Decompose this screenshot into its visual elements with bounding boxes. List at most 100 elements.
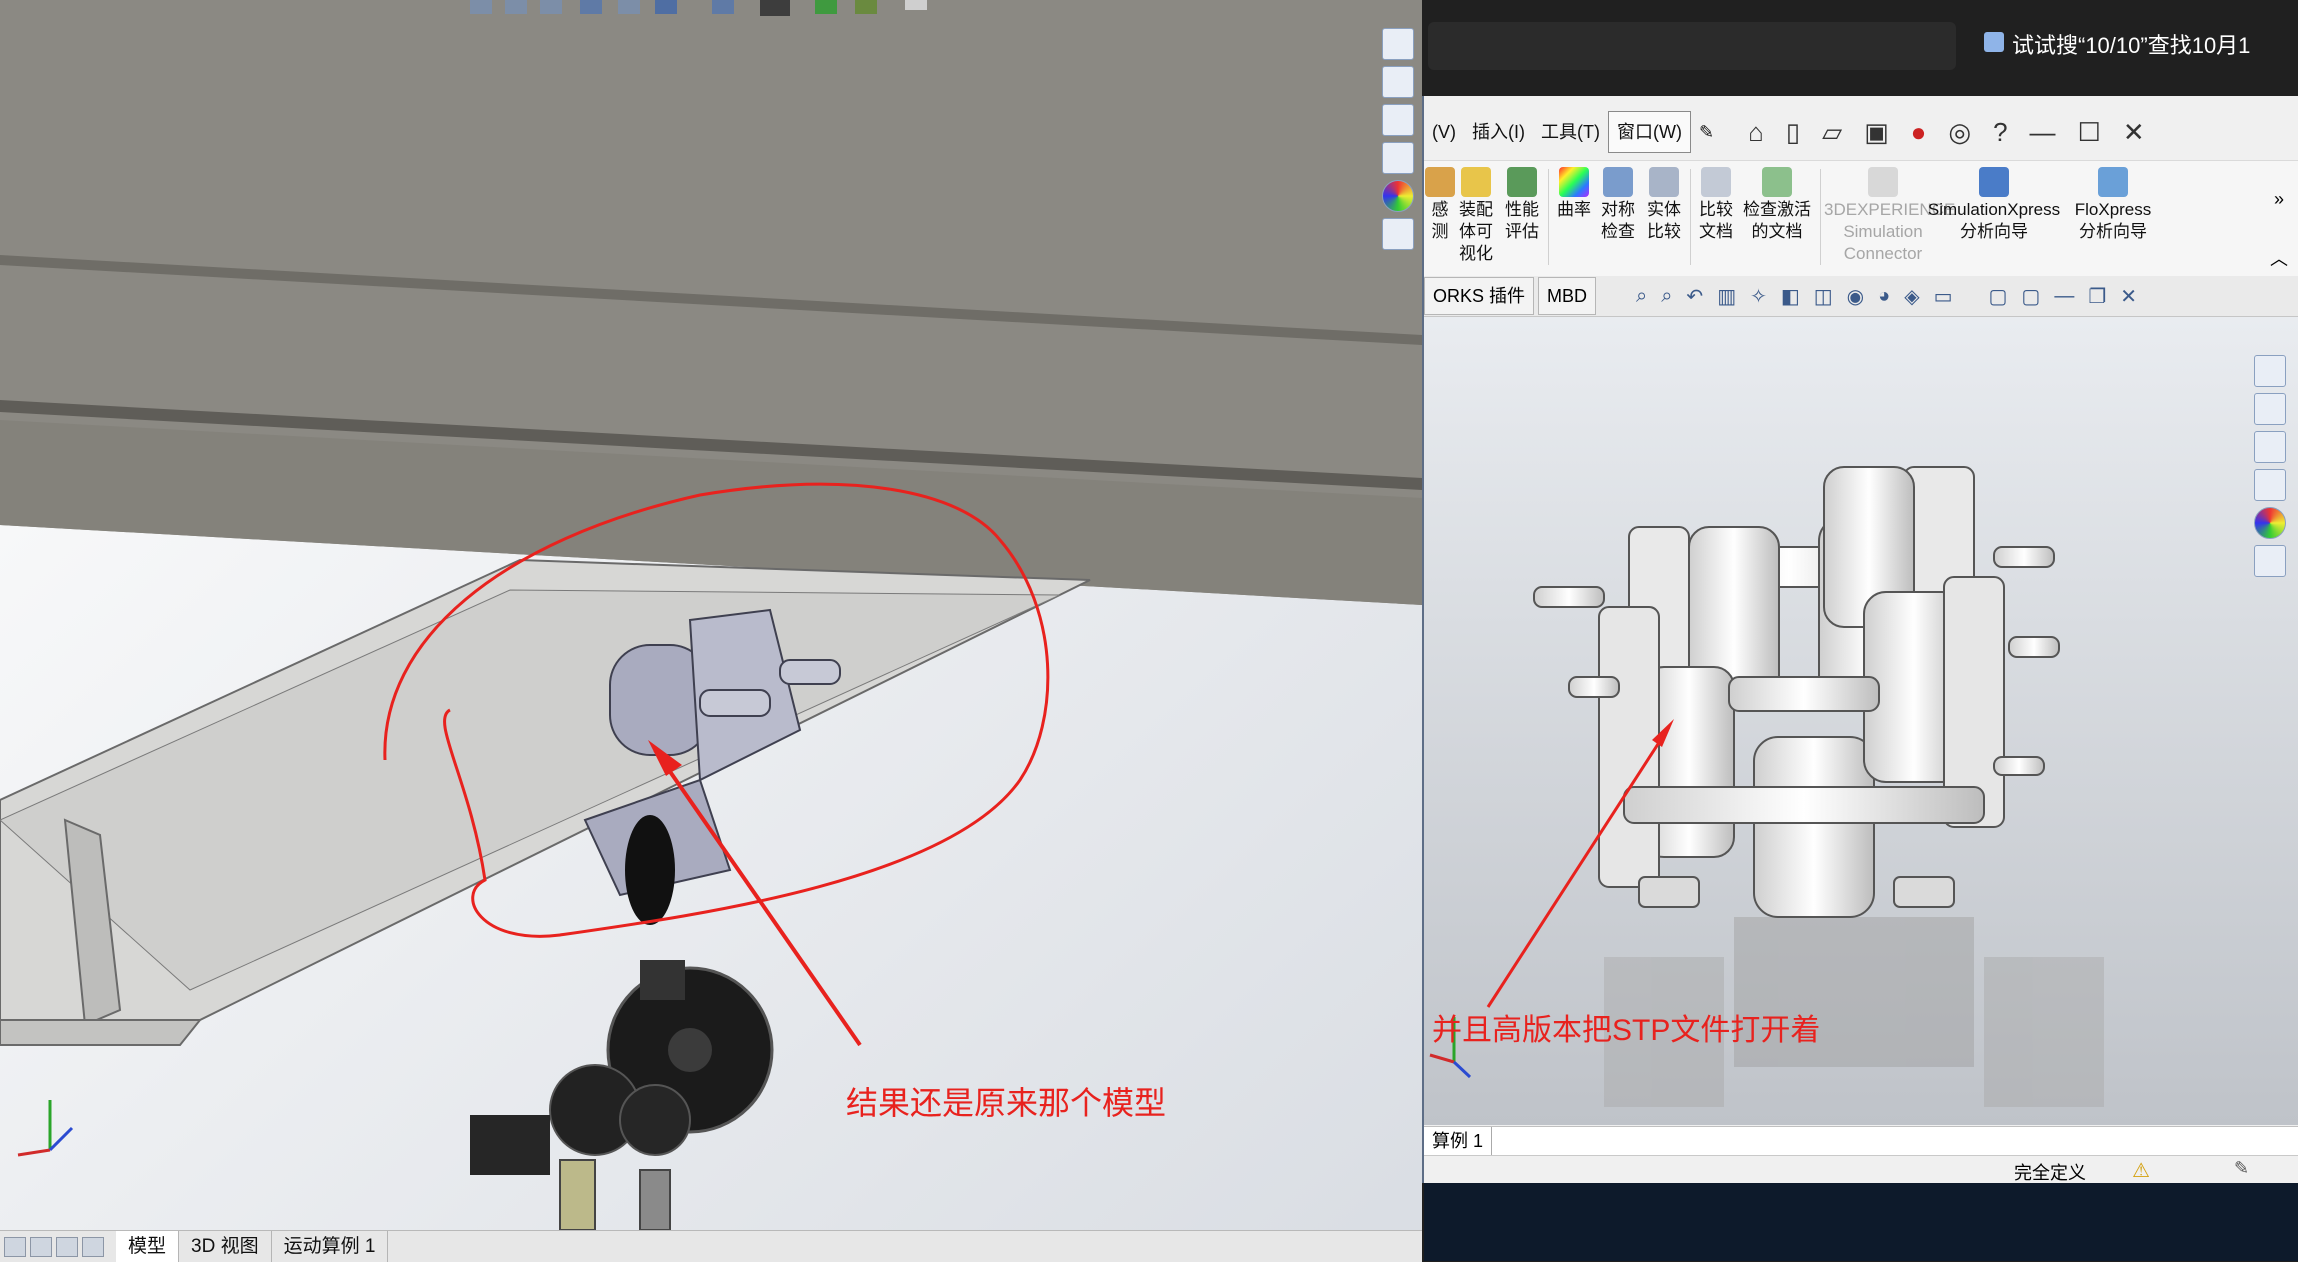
- ribbon-check-active-document[interactable]: 检查激活 的文档: [1740, 167, 1814, 243]
- tab-study[interactable]: 算例 1: [1424, 1127, 1493, 1156]
- section-view-icon[interactable]: ▥: [1717, 284, 1736, 309]
- sensor-icon: [1425, 167, 1455, 197]
- compare-documents-icon: [1701, 167, 1731, 197]
- save-icon[interactable]: ▣: [1864, 117, 1889, 148]
- ribbon-curvature-label: 曲率: [1557, 200, 1591, 219]
- ribbon-assembly-visualization[interactable]: 装配 体可 视化: [1454, 167, 1498, 265]
- tab-nav-last-icon[interactable]: [82, 1236, 104, 1257]
- ribbon-floxpress-label: FloXpress 分析向导: [2074, 200, 2152, 241]
- minimize-icon[interactable]: —: [2030, 117, 2056, 148]
- tab-nav-first-icon[interactable]: [4, 1236, 26, 1257]
- home-icon[interactable]: [1382, 28, 1414, 60]
- left-annotation-text: 结果还是原来那个模型: [846, 1085, 1167, 1121]
- menu-insert[interactable]: 插入(I): [1464, 112, 1533, 152]
- window-minimize-icon[interactable]: —: [2054, 285, 2074, 308]
- ribbon-symmetry-check-label: 对称 检查: [1601, 200, 1635, 241]
- tab-model[interactable]: 模型: [116, 1231, 180, 1262]
- tab-nav-next-icon[interactable]: [56, 1236, 78, 1257]
- ribbon-performance-evaluation-label: 性能 评估: [1505, 200, 1539, 241]
- left-model-scene: [0, 0, 1422, 1261]
- close-icon[interactable]: ✕: [2123, 117, 2145, 148]
- custom-properties-icon[interactable]: [1382, 218, 1414, 250]
- pin-icon[interactable]: ✎: [1691, 112, 1722, 152]
- view-palette-icon[interactable]: [2254, 469, 2286, 501]
- dynamic-annotation-icon[interactable]: ✧: [1750, 284, 1767, 309]
- ribbon-compare-documents-label: 比较 文档: [1699, 200, 1733, 241]
- left-graphics-area[interactable]: 结果还是原来那个模型: [0, 0, 1422, 1261]
- tab-motion-study[interactable]: 运动算例 1: [272, 1231, 389, 1262]
- left-bottom-tabs: 模型 3D 视图 运动算例 1: [0, 1230, 1422, 1262]
- symmetry-check-icon: [1603, 167, 1633, 197]
- menu-tools[interactable]: 工具(T): [1533, 112, 1608, 152]
- desktop-background: [1424, 1183, 2298, 1261]
- window-tile-icon[interactable]: ▢: [1989, 284, 2008, 309]
- simulation-connector-icon: [1868, 167, 1898, 197]
- design-library-icon[interactable]: [2254, 393, 2286, 425]
- right-graphics-area[interactable]: 并且高版本把STP文件打开着: [1424, 317, 2298, 1125]
- ribbon-symmetry-check[interactable]: 对称 检查: [1596, 167, 1640, 243]
- home-icon[interactable]: [2254, 355, 2286, 387]
- search-hint-text[interactable]: 试试搜“10/10”查找10月1: [2012, 28, 2250, 60]
- open-icon[interactable]: ▱: [1822, 117, 1842, 148]
- ribbon-sensor[interactable]: 感 测: [1424, 167, 1456, 243]
- help-icon[interactable]: ?: [1993, 117, 2007, 148]
- view-orientation-icon[interactable]: ◧: [1781, 284, 1800, 309]
- appearances-icon[interactable]: [1382, 180, 1414, 212]
- maximize-icon[interactable]: ☐: [2078, 117, 2101, 148]
- zoom-to-area-icon[interactable]: ⌕: [1661, 285, 1672, 308]
- status-text: 完全定义: [2014, 1163, 2086, 1183]
- file-explorer-icon[interactable]: [2254, 431, 2286, 463]
- window-restore-icon[interactable]: ❐: [2088, 284, 2106, 309]
- ribbon-check-active-document-label: 检查激活 的文档: [1743, 200, 1811, 241]
- design-library-icon[interactable]: [1382, 66, 1414, 98]
- edit-appearance-icon[interactable]: ◕: [1878, 285, 1890, 308]
- window-close-icon[interactable]: ✕: [2120, 284, 2137, 309]
- previous-view-icon[interactable]: ↶: [1686, 284, 1703, 309]
- body-compare-icon: [1649, 167, 1679, 197]
- right-model-scene: [1424, 317, 2298, 1125]
- ribbon-compare-documents[interactable]: 比较 文档: [1694, 167, 1738, 243]
- ribbon-body-compare[interactable]: 实体 比较: [1642, 167, 1686, 243]
- right-task-pane[interactable]: [2254, 355, 2286, 577]
- tab-nav-prev-icon[interactable]: [30, 1236, 52, 1257]
- zoom-to-fit-icon[interactable]: ⌕: [1636, 285, 1647, 308]
- search-box[interactable]: [1428, 22, 1956, 70]
- ribbon-floxpress[interactable]: FloXpress 分析向导: [2072, 167, 2154, 243]
- rebuild-warning-icon[interactable]: ⚠: [2132, 1158, 2150, 1183]
- menu-view[interactable]: (V): [1424, 112, 1464, 152]
- rebuild-icon[interactable]: ●: [1911, 117, 1927, 148]
- collapse-ribbon-icon[interactable]: ︿: [2270, 245, 2288, 271]
- floxpress-icon: [2098, 167, 2128, 197]
- ribbon-simulationxpress-label: SimulationXpress 分析向导: [1927, 200, 2061, 241]
- ribbon-simulationxpress[interactable]: SimulationXpress 分析向导: [1920, 167, 2068, 243]
- ribbon-performance-evaluation[interactable]: 性能 评估: [1500, 167, 1544, 243]
- menu-bar: (V) 插入(I) 工具(T) 窗口(W) ✎ ⌂ ▯ ▱ ▣ ● ◎ ? — …: [1424, 100, 2298, 164]
- quick-tips-icon[interactable]: ✎: [2234, 1158, 2249, 1179]
- calendar-icon: [1984, 32, 2004, 52]
- display-style-icon[interactable]: ◫: [1814, 284, 1833, 309]
- user-icon[interactable]: ◎: [1948, 117, 1971, 148]
- appearances-icon[interactable]: [2254, 507, 2286, 539]
- right-annotation-text: 并且高版本把STP文件打开着: [1432, 1014, 1821, 1047]
- menu-window[interactable]: 窗口(W): [1607, 111, 1691, 153]
- hide-show-icon[interactable]: ◉: [1847, 284, 1864, 309]
- tab-3d-view[interactable]: 3D 视图: [179, 1231, 272, 1262]
- home-icon[interactable]: ⌂: [1748, 117, 1764, 148]
- view-settings-icon[interactable]: ▭: [1934, 284, 1953, 309]
- tab-mbd[interactable]: MBD: [1538, 277, 1597, 315]
- custom-properties-icon[interactable]: [2254, 545, 2286, 577]
- ribbon-divider: [1690, 169, 1691, 265]
- window-split-icon[interactable]: ▢: [2021, 284, 2040, 309]
- left-task-pane[interactable]: [1382, 28, 1414, 250]
- assembly-visualization-icon: [1461, 167, 1491, 197]
- apply-scene-icon[interactable]: ◈: [1904, 284, 1919, 309]
- ribbon-toolbar: 感 测 装配 体可 视化 性能 评估 曲率 对称 检查 实体 比较 比较 文档 …: [1424, 160, 2298, 277]
- view-palette-icon[interactable]: [1382, 142, 1414, 174]
- new-document-icon[interactable]: ▯: [1786, 117, 1800, 148]
- ribbon-more-icon[interactable]: »: [2274, 189, 2284, 210]
- tab-solidworks-addins[interactable]: ORKS 插件: [1424, 277, 1535, 315]
- ribbon-sensor-label: 感 测: [1431, 200, 1449, 241]
- ribbon-curvature[interactable]: 曲率: [1554, 167, 1594, 221]
- ribbon-divider: [1548, 169, 1549, 265]
- file-explorer-icon[interactable]: [1382, 104, 1414, 136]
